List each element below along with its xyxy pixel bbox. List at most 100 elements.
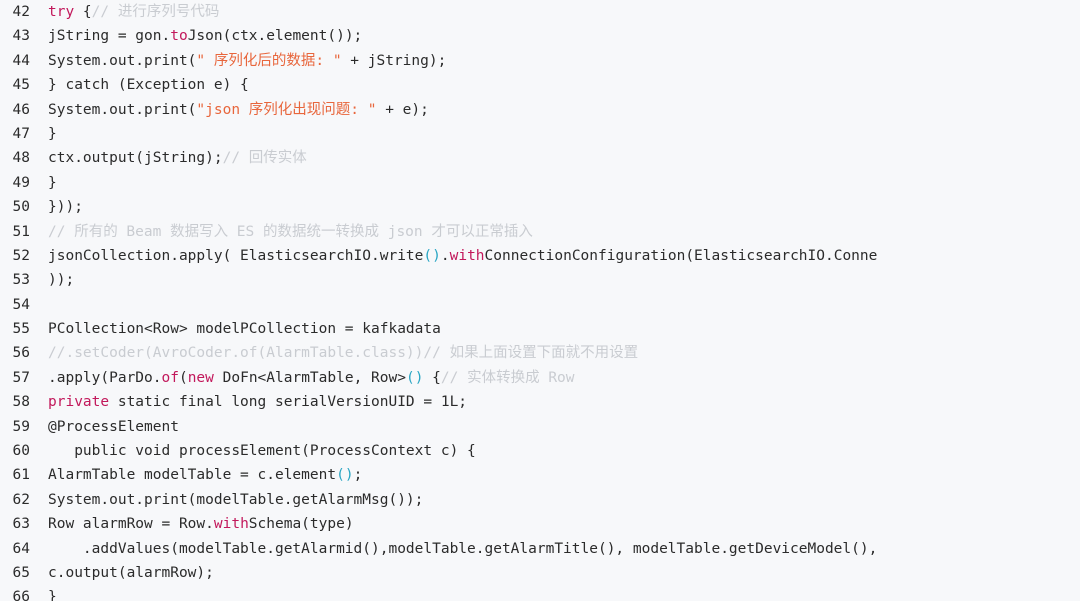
code-line[interactable]: 48 ctx.output(jString);// 回传实体 bbox=[0, 146, 1080, 170]
code-line[interactable]: 43 jString = gon.toJson(ctx.element()); bbox=[0, 24, 1080, 48]
token-plain: { bbox=[423, 369, 441, 386]
line-content[interactable]: } bbox=[40, 122, 57, 146]
code-line[interactable]: 46 System.out.print("json 序列化出现问题: " + e)… bbox=[0, 98, 1080, 122]
token-comment: // 所有的 Beam 数据写入 ES 的数据统一转换成 json 才可以正常插… bbox=[48, 223, 533, 240]
line-content[interactable]: } bbox=[40, 585, 57, 601]
token-plain: System.out.print(modelTable.getAlarmMsg(… bbox=[48, 491, 424, 508]
token-plain: AlarmTable modelTable = c.element bbox=[48, 467, 337, 484]
line-number: 59 bbox=[12, 418, 30, 435]
line-number: 53 bbox=[12, 272, 30, 289]
token-keyword: wi bbox=[449, 247, 468, 264]
line-content[interactable]: .apply(ParDo.of(new DoFn<AlarmTable, Row… bbox=[40, 366, 575, 390]
line-content[interactable]: System.out.print("json 序列化出现问题: " + e); bbox=[40, 98, 429, 122]
code-line[interactable]: 53)); bbox=[0, 268, 1080, 292]
code-line[interactable]: 52 jsonCollection.apply( ElasticsearchIO.… bbox=[0, 244, 1080, 268]
line-content[interactable]: try {// 进行序列号代码 bbox=[40, 0, 219, 24]
line-number: 50 bbox=[12, 199, 30, 216]
line-content[interactable]: private static final long serialVersionU… bbox=[40, 390, 467, 414]
token-comment: // 进行序列号代码 bbox=[91, 4, 220, 20]
code-snippet-viewer[interactable]: 42 try {// 进行序列号代码 43 jString = gon.toJson(… bbox=[0, 0, 1080, 601]
code-line[interactable]: 51 // 所有的 Beam 数据写入 ES 的数据统一转换成 json 才可以正… bbox=[0, 220, 1080, 244]
code-line[interactable]: 54 bbox=[0, 293, 1080, 317]
token-plain: } catch (Exception e) { bbox=[48, 77, 249, 94]
token-plain: } bbox=[48, 174, 57, 191]
line-content[interactable]: ctx.output(jString);// 回传实体 bbox=[40, 146, 307, 170]
code-line[interactable]: 59 @ProcessElement bbox=[0, 415, 1080, 439]
token-comment: // 实体转换成 Row bbox=[440, 369, 575, 386]
token-plain: PCollection<Row> modelPCollection = kafk… bbox=[48, 321, 441, 338]
token-plain: @ProcessElement bbox=[48, 418, 179, 435]
code-line[interactable]: 50})); bbox=[0, 195, 1080, 219]
token-plain: . bbox=[440, 247, 450, 264]
code-line[interactable]: 55 PCollection<Row> modelPCollection = ka… bbox=[0, 317, 1080, 341]
line-content[interactable]: AlarmTable modelTable = c.element(); bbox=[40, 463, 362, 487]
line-content[interactable]: // 所有的 Beam 数据写入 ES 的数据统一转换成 json 才可以正常插… bbox=[40, 220, 533, 244]
line-content[interactable]: jsonCollection.apply( ElasticsearchIO.wr… bbox=[40, 244, 877, 268]
token-plain: jString = gon. bbox=[48, 28, 171, 45]
code-line[interactable]: 65 c.output(alarmRow); bbox=[0, 561, 1080, 585]
code-line[interactable]: 64 .addValues(modelTable.getAlarmid(),mo… bbox=[0, 537, 1080, 561]
line-number: 63 bbox=[12, 516, 30, 533]
line-number: 66 bbox=[12, 589, 30, 601]
code-line[interactable]: 61 AlarmTable modelTable = c.element(); bbox=[0, 463, 1080, 487]
token-plain: .addValues(modelTable.getAlarmid(),model… bbox=[48, 540, 878, 557]
token-string: "json 序列化出现问题: " bbox=[196, 101, 377, 118]
token-plain: DoFn<AlarmTable, Row> bbox=[213, 369, 406, 386]
code-line[interactable]: 45 } catch (Exception e) { bbox=[0, 73, 1080, 97]
code-line[interactable]: 49} bbox=[0, 171, 1080, 195]
line-content[interactable]: System.out.print(modelTable.getAlarmMsg(… bbox=[40, 488, 423, 512]
line-content[interactable]: c.output(alarmRow); bbox=[40, 561, 214, 585]
code-line[interactable]: 57 .apply(ParDo.of(new DoFn<AlarmTable, R… bbox=[0, 366, 1080, 390]
token-plain: ( bbox=[178, 369, 188, 386]
line-number: 49 bbox=[12, 174, 30, 191]
line-number: 44 bbox=[12, 52, 30, 69]
token-paren: () bbox=[405, 369, 424, 386]
code-line[interactable]: 47} bbox=[0, 122, 1080, 146]
token-plain: )); bbox=[48, 272, 75, 289]
line-number: 52 bbox=[12, 247, 30, 264]
token-keyword: private bbox=[48, 394, 110, 411]
line-number: 46 bbox=[12, 101, 30, 118]
line-content[interactable]: )); bbox=[40, 268, 74, 292]
line-number: 61 bbox=[12, 467, 30, 484]
line-number: 64 bbox=[12, 540, 30, 557]
line-content[interactable]: //.setCoder(AvroCoder.of(AlarmTable.clas… bbox=[40, 341, 638, 365]
token-plain: static final long serialVersionUID = 1L; bbox=[109, 394, 468, 411]
code-line[interactable]: 56 //.setCoder(AvroCoder.of(AlarmTable.cl… bbox=[0, 341, 1080, 365]
code-line[interactable]: 62 System.out.print(modelTable.getAlarmMs… bbox=[0, 488, 1080, 512]
line-content[interactable]: @ProcessElement bbox=[40, 415, 179, 439]
token-keyword: try bbox=[48, 4, 75, 20]
token-plain: public void processElement(ProcessContex… bbox=[48, 443, 476, 460]
token-plain: jsonCollection.apply( ElasticsearchIO.wr… bbox=[48, 247, 424, 264]
line-content[interactable]: .addValues(modelTable.getAlarmid(),model… bbox=[40, 537, 877, 561]
code-line[interactable]: 58 private static final long serialVersio… bbox=[0, 390, 1080, 414]
line-content[interactable]: System.out.print(" 序列化后的数据: " + jString)… bbox=[40, 49, 446, 73]
code-line[interactable]: 66} bbox=[0, 585, 1080, 601]
token-plain: { bbox=[74, 4, 92, 20]
code-line[interactable]: 63 Row alarmRow = Row.withSchema(type) bbox=[0, 512, 1080, 536]
line-number: 45 bbox=[12, 77, 30, 94]
code-line[interactable]: 42 try {// 进行序列号代码 bbox=[0, 0, 1080, 24]
line-content[interactable]: jString = gon.toJson(ctx.element()); bbox=[40, 24, 362, 48]
line-number: 54 bbox=[12, 296, 30, 313]
line-content[interactable]: PCollection<Row> modelPCollection = kafk… bbox=[40, 317, 441, 341]
line-content[interactable]: Row alarmRow = Row.withSchema(type) bbox=[40, 512, 354, 536]
line-number: 55 bbox=[12, 321, 30, 338]
token-plain: + jString); bbox=[341, 52, 447, 69]
line-number: 48 bbox=[12, 150, 30, 167]
code-line[interactable]: 44 System.out.print(" 序列化后的数据: " + jStrin… bbox=[0, 49, 1080, 73]
line-content[interactable]: } catch (Exception e) { bbox=[40, 73, 249, 97]
token-comment: // 回传实体 bbox=[222, 150, 307, 167]
token-plain: } bbox=[48, 589, 57, 601]
line-content[interactable]: public void processElement(ProcessContex… bbox=[40, 439, 476, 463]
token-string: " 序列化后的数据: " bbox=[196, 52, 342, 69]
token-keyword: new bbox=[187, 369, 214, 386]
line-content[interactable]: })); bbox=[40, 195, 83, 219]
token-paren: () bbox=[423, 247, 441, 264]
token-plain: System.out.print( bbox=[48, 52, 197, 69]
token-paren: () bbox=[336, 467, 354, 484]
code-line[interactable]: 60 public void processElement(ProcessCon… bbox=[0, 439, 1080, 463]
line-number: 62 bbox=[12, 491, 30, 508]
line-content[interactable]: } bbox=[40, 171, 57, 195]
token-keyword: of bbox=[161, 369, 179, 386]
